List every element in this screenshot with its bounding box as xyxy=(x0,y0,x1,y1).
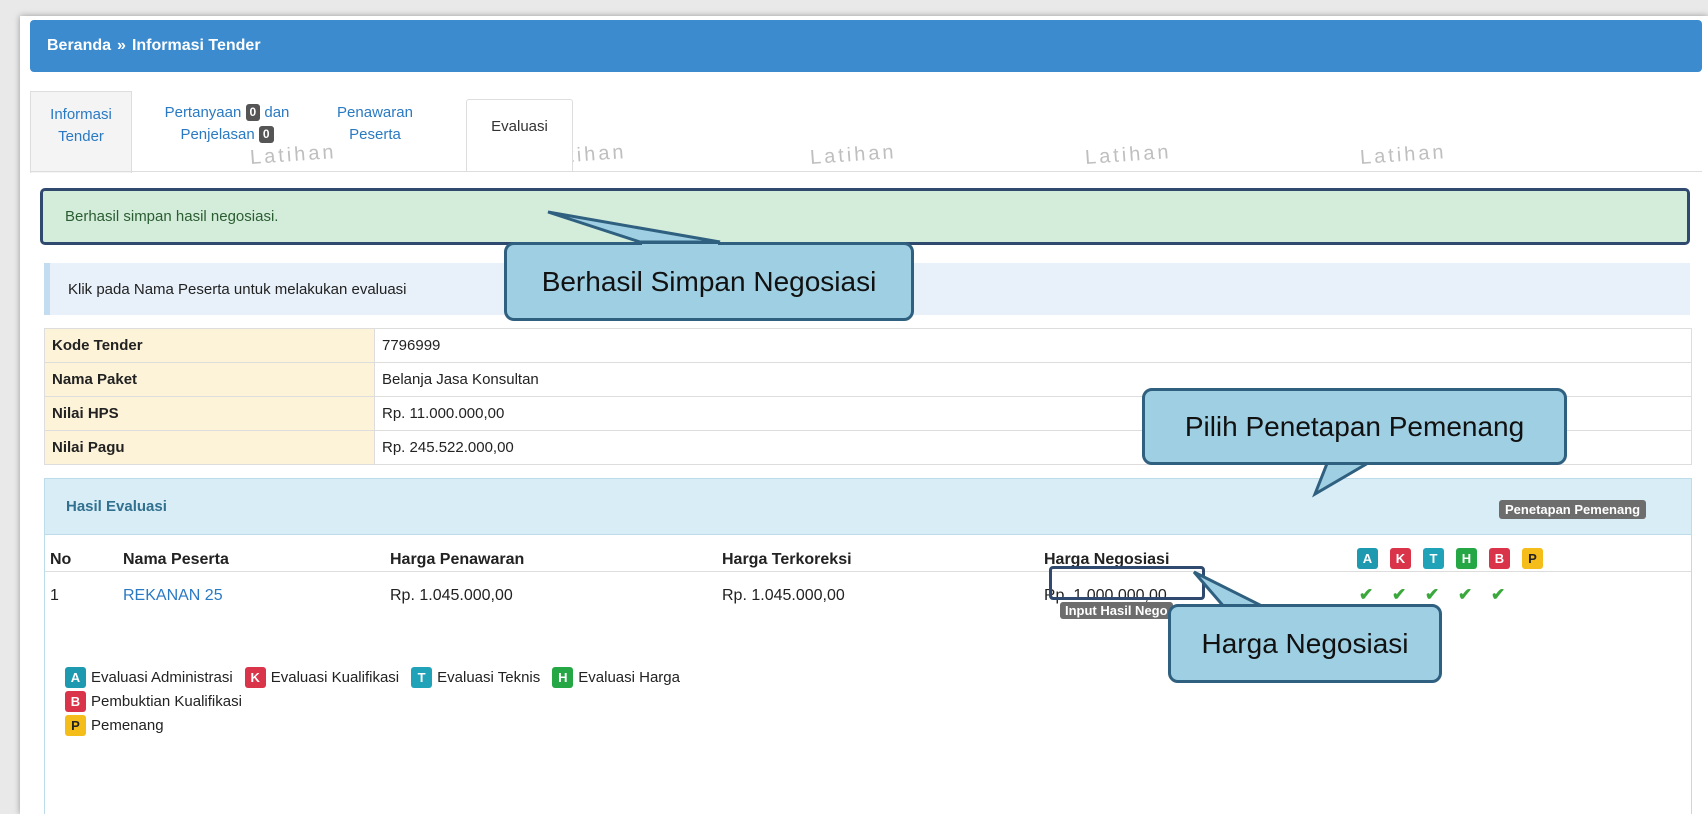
callout-harga-negosiasi: Harga Negosiasi xyxy=(1168,604,1442,683)
callout-text: Berhasil Simpan Negosiasi xyxy=(541,265,877,297)
callout-berhasil-simpan: Berhasil Simpan Negosiasi xyxy=(504,242,914,321)
callout-text: Pilih Penetapan Pemenang xyxy=(1184,410,1525,442)
app-frame: Beranda » Informasi Tender Latihan Latih… xyxy=(20,16,1708,814)
callout-joint xyxy=(1333,453,1378,459)
callout-text: Harga Negosiasi xyxy=(1201,627,1409,659)
callout-joint xyxy=(1235,607,1280,613)
callout-joint xyxy=(642,244,718,250)
